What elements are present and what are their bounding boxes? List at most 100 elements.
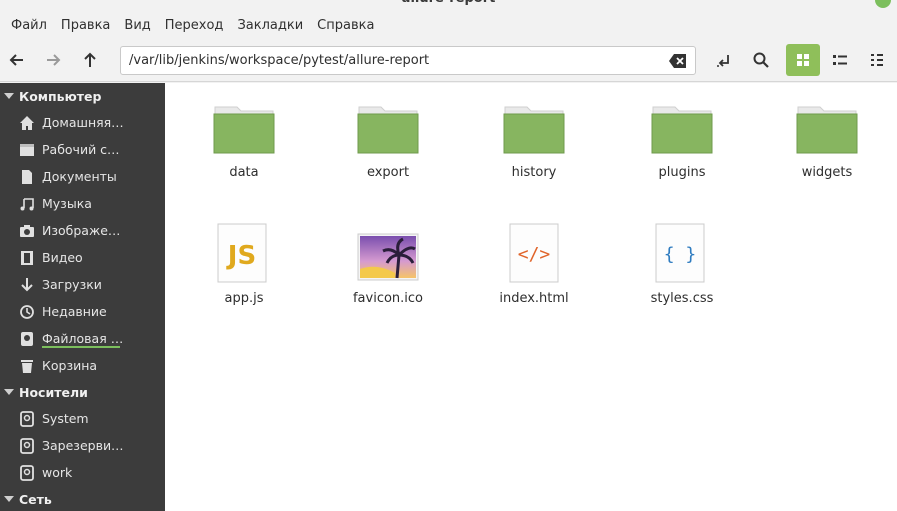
recent-icon (18, 303, 36, 321)
html-file-icon: </> (509, 223, 559, 283)
folder-icon (213, 106, 275, 154)
sidebar-item-label: Рабочий с… (42, 142, 120, 157)
sidebar-section-network[interactable]: Сеть (0, 486, 165, 511)
sidebar-item-desktop[interactable]: Рабочий с… (0, 136, 165, 163)
sidebar-section-computer[interactable]: Компьютер (0, 83, 165, 109)
sidebar-item-label: Документы (42, 169, 117, 184)
drive-icon (18, 437, 36, 455)
grid-view-icon (797, 54, 809, 66)
sidebar-item-label: Домашняя… (42, 115, 124, 130)
menu-help[interactable]: Справка (310, 18, 381, 33)
arrow-up-icon (84, 52, 96, 67)
file-item[interactable]: </> index.html (479, 209, 589, 319)
drive-icon (18, 410, 36, 428)
compact-view-button[interactable] (860, 44, 894, 76)
css-file-icon: { } (655, 223, 705, 283)
back-button[interactable] (0, 44, 34, 76)
file-name: widgets (801, 165, 853, 180)
arrow-right-icon (47, 54, 61, 66)
file-item[interactable]: favicon.ico (333, 209, 443, 319)
icon-view-button[interactable] (786, 44, 820, 76)
file-name: plugins (658, 165, 706, 180)
sidebar-item-label: Корзина (42, 358, 98, 373)
folder-icon (796, 106, 858, 154)
svg-text:{ }: { } (664, 244, 697, 265)
file-item[interactable]: JS app.js (189, 209, 299, 319)
close-window-button[interactable] (875, 0, 891, 8)
javascript-file-icon: JS (217, 223, 267, 283)
usage-bar (42, 346, 120, 348)
location-toggle-icon (717, 55, 729, 67)
file-name: export (366, 165, 410, 180)
menu-view[interactable]: Вид (117, 18, 157, 33)
desktop-icon (18, 141, 36, 159)
sidebar-item-music[interactable]: Музыка (0, 190, 165, 217)
sidebar-item-pictures[interactable]: Изображе… (0, 217, 165, 244)
sidebar-item-label: Музыка (42, 196, 92, 211)
file-view: data export history plugins widgets JS a… (165, 83, 897, 511)
folder-item[interactable]: history (479, 83, 589, 193)
sidebar-item-label: Загрузки (42, 277, 102, 292)
folder-item[interactable]: data (189, 83, 299, 193)
menu-go[interactable]: Переход (158, 18, 231, 33)
folder-item[interactable]: plugins (627, 83, 737, 193)
sidebar-item-label: work (42, 465, 73, 480)
sidebar-item-label: System (42, 411, 89, 426)
location-path[interactable]: /var/lib/jenkins/workspace/pytest/allure… (129, 53, 429, 68)
toggle-location-button[interactable] (707, 44, 741, 76)
pictures-icon (18, 222, 36, 240)
file-name: styles.css (650, 291, 714, 306)
search-button[interactable] (744, 44, 778, 76)
section-label: Компьютер (19, 88, 102, 104)
list-view-button[interactable] (823, 44, 857, 76)
music-icon (18, 195, 36, 213)
sidebar-item-work[interactable]: work (0, 459, 165, 486)
arrow-left-icon (9, 54, 23, 66)
svg-text:JS: JS (226, 241, 256, 271)
sidebar-item-reserved[interactable]: Зарезерви… (0, 432, 165, 459)
menubar: Файл Правка Вид Переход Закладки Справка (0, 10, 897, 40)
clear-text-icon[interactable] (669, 53, 687, 69)
folder-item[interactable]: export (333, 83, 443, 193)
file-name: app.js (224, 291, 264, 306)
folder-icon (651, 106, 713, 154)
sidebar-item-home[interactable]: Домашняя… (0, 109, 165, 136)
image-file-icon (357, 233, 419, 281)
title-bar: allure-report (0, 0, 897, 10)
folder-icon (357, 106, 419, 154)
file-name: index.html (499, 291, 569, 306)
sidebar-item-system[interactable]: System (0, 405, 165, 432)
trash-icon (18, 357, 36, 375)
filesystem-icon (18, 330, 36, 348)
forward-button[interactable] (36, 44, 70, 76)
sidebar-item-downloads[interactable]: Загрузки (0, 271, 165, 298)
section-label: Сеть (19, 491, 52, 507)
sidebar-item-label: Недавние (42, 304, 107, 319)
menu-edit[interactable]: Правка (54, 18, 117, 33)
sidebar-item-recent[interactable]: Недавние (0, 298, 165, 325)
file-name: history (511, 165, 557, 180)
location-bar[interactable]: /var/lib/jenkins/workspace/pytest/allure… (120, 46, 696, 75)
compact-view-icon (871, 54, 883, 66)
sidebar-item-trash[interactable]: Корзина (0, 352, 165, 379)
expander-icon[interactable] (4, 496, 14, 502)
expander-icon[interactable] (4, 389, 14, 395)
sidebar-section-devices[interactable]: Носители (0, 379, 165, 405)
folder-icon (503, 106, 565, 154)
sidebar-item-videos[interactable]: Видео (0, 244, 165, 271)
sidebar-item-label: Видео (42, 250, 83, 265)
sidebar-item-label: Зарезерви… (42, 438, 124, 453)
file-name: data (229, 165, 259, 180)
menu-file[interactable]: Файл (4, 18, 54, 33)
list-view-icon (833, 55, 847, 65)
expander-icon[interactable] (4, 93, 14, 99)
menu-bookmarks[interactable]: Закладки (230, 18, 310, 33)
sidebar-item-filesystem[interactable]: Файловая … (0, 325, 165, 352)
sidebar-item-label: Изображе… (42, 223, 121, 238)
up-button[interactable] (73, 44, 107, 76)
file-item[interactable]: { } styles.css (627, 209, 737, 319)
documents-icon (18, 168, 36, 186)
section-label: Носители (19, 384, 88, 400)
folder-item[interactable]: widgets (772, 83, 882, 193)
sidebar-item-documents[interactable]: Документы (0, 163, 165, 190)
